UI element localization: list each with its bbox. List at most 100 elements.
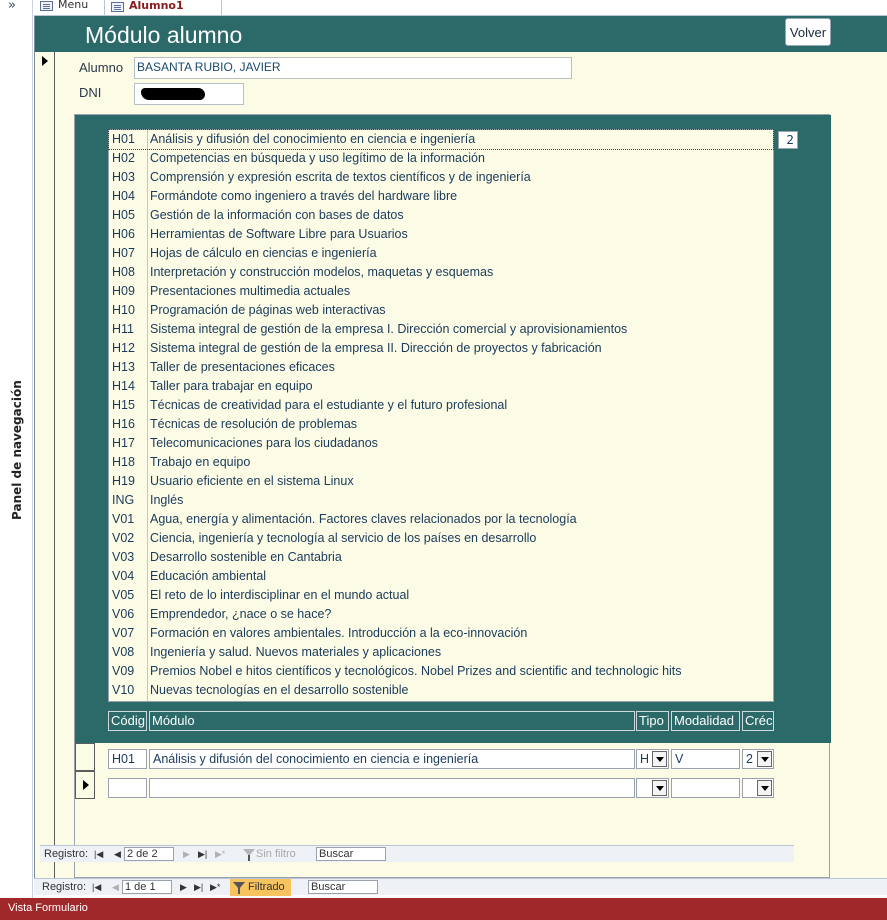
dni-field[interactable] [134,83,244,105]
previous-record-icon[interactable]: ◀ [114,846,121,862]
list-item[interactable]: H04 Formándote como ingeniero a través de… [109,187,773,206]
list-item-code: H04 [112,189,135,203]
list-item[interactable]: V08 Ingeniería y salud. Nuevos materiales… [109,643,773,662]
tab-alumno1[interactable]: Alumno1 [104,0,222,15]
tipo-combo[interactable]: H [636,749,669,769]
search-input[interactable]: Buscar [316,847,386,861]
list-item[interactable]: H07 Hojas de cálculo en ciencias e ingeni… [109,244,773,263]
list-item[interactable]: V06 Emprendedor, ¿nace o se hace? [109,605,773,624]
list-item-name: Formándote como ingeniero a través del h… [150,189,458,203]
filter-status[interactable]: Sin filtro [240,846,296,862]
previous-record-icon[interactable]: ◀ [112,879,119,895]
list-item-name: Formación en valores ambientales. Introd… [150,626,528,640]
list-item-name: Hojas de cálculo en ciencias e ingenierí… [150,246,377,260]
record-label: Registro: [42,881,87,893]
list-item[interactable]: V02 Ciencia, ingeniería y tecnología al s… [109,529,773,548]
list-item[interactable]: H17 Telecomunicaciones para los ciudadano… [109,434,773,453]
current-record-field[interactable]: 1 de 1 [122,880,172,894]
list-item-code: H11 [112,322,135,336]
list-item[interactable]: H02 Competencias en búsqueda y uso legíti… [109,149,773,168]
list-item[interactable]: V04 Educación ambiental [109,567,773,586]
record-selector-column[interactable] [35,16,55,878]
status-bar: Vista Formulario [0,898,887,920]
list-item[interactable]: H08 Interpretación y construcción modelos… [109,263,773,282]
expand-nav-pane-icon[interactable]: » [8,0,16,13]
list-item-code: H03 [112,170,135,184]
column-header-codigo[interactable]: Códig [108,711,147,731]
column-header-modulo[interactable]: Módulo [149,711,635,731]
list-item[interactable]: H14 Taller para trabajar en equipo [109,377,773,396]
next-record-icon[interactable]: ▶ [180,879,187,895]
dropdown-arrow-icon[interactable] [757,780,772,796]
tab-menu[interactable]: Menu [34,0,102,15]
list-item-code: H19 [112,474,135,488]
creditos-combo[interactable] [742,778,774,798]
dropdown-arrow-icon[interactable] [652,780,667,796]
navigation-pane-label[interactable]: Panel de navegación [10,380,24,520]
row-selector[interactable] [75,743,95,771]
dropdown-arrow-icon[interactable] [757,751,772,767]
alumno-field[interactable]: BASANTA RUBIO, JAVIER [134,57,572,79]
list-item[interactable]: H05 Gestión de la información con bases d… [109,206,773,225]
list-item-name: Educación ambiental [150,569,267,583]
list-item[interactable]: ING Inglés [109,491,773,510]
list-item[interactable]: H12 Sistema integral de gestión de la emp… [109,339,773,358]
column-header-tipo[interactable]: Tipo [636,711,669,731]
codigo-cell[interactable] [108,778,147,798]
current-record-field[interactable]: 2 de 2 [124,847,174,861]
modulo-cell[interactable] [149,778,635,798]
last-record-icon[interactable]: ▶| [198,846,207,862]
list-item-name: Premios Nobel e hitos científicos y tecn… [150,664,682,678]
list-item[interactable]: H09 Presentaciones multimedia actuales [109,282,773,301]
filter-toggle[interactable]: Filtrado [230,879,291,896]
next-record-icon[interactable]: ▶ [183,846,190,862]
list-item[interactable]: V05 El reto de lo interdisciplinar en el … [109,586,773,605]
new-record-icon[interactable]: ▶* [215,846,225,862]
tipo-combo[interactable] [636,778,669,798]
list-item-code: H06 [112,227,135,241]
list-item-name: Sistema integral de gestión de la empres… [150,341,602,355]
list-item[interactable]: H19 Usuario eficiente en el sistema Linux [109,472,773,491]
row-selector[interactable] [75,771,95,799]
tab-menu-label: Menu [58,0,89,11]
selected-count-field[interactable]: 2 [778,131,798,149]
list-item[interactable]: V03 Desarrollo sostenible en Cantabria [109,548,773,567]
list-item[interactable]: V07 Formación en valores ambientales. Int… [109,624,773,643]
list-item[interactable]: H18 Trabajo en equipo [109,453,773,472]
column-header-modalidad[interactable]: Modalidad [671,711,740,731]
creditos-combo[interactable]: 2 [742,749,774,769]
redacted-dni [141,88,205,100]
last-record-icon[interactable]: ▶| [194,879,203,895]
modalidad-cell[interactable]: V [671,749,740,769]
list-item[interactable]: H15 Técnicas de creatividad para el estud… [109,396,773,415]
list-item[interactable]: H16 Técnicas de resolución de problemas [109,415,773,434]
column-header-creditos[interactable]: Créc [742,711,774,731]
modulos-subform: H01 Análisis y difusión del conocimiento … [74,114,831,878]
dropdown-arrow-icon[interactable] [652,751,667,767]
list-item[interactable]: H10 Programación de páginas web interacti… [109,301,773,320]
list-item[interactable]: V09 Premios Nobel e hitos científicos y t… [109,662,773,681]
list-item-code: H15 [112,398,135,412]
list-item[interactable]: H06 Herramientas de Software Libre para U… [109,225,773,244]
list-item-code: H01 [112,132,135,146]
list-item-name: Telecomunicaciones para los ciudadanos [150,436,378,450]
back-button[interactable]: Volver [785,18,831,46]
list-item[interactable]: H11 Sistema integral de gestión de la emp… [109,320,773,339]
search-input[interactable]: Buscar [308,880,378,894]
list-item[interactable]: V01 Agua, energía y alimentación. Factore… [109,510,773,529]
codigo-cell[interactable]: H01 [108,749,147,769]
modulo-cell[interactable]: Análisis y difusión del conocimiento en … [149,749,635,769]
list-item-name: Sistema integral de gestión de la empres… [150,322,628,336]
list-item-code: V01 [112,512,135,526]
list-item[interactable]: H01 Análisis y difusión del conocimiento … [108,129,774,150]
list-item[interactable]: H03 Comprensión y expresión escrita de te… [109,168,773,187]
new-record-icon[interactable]: ▶* [210,879,220,895]
modules-listbox[interactable]: H01 Análisis y difusión del conocimiento … [108,129,774,702]
modalidad-cell[interactable] [671,778,740,798]
first-record-icon[interactable]: |◀ [94,846,103,862]
list-item[interactable]: V10 Nuevas tecnologías en el desarrollo s… [109,681,773,700]
form-record-navigation: Registro: |◀ ◀ 1 de 1 ▶ ▶| ▶* Filtrado B… [34,878,887,896]
list-item[interactable]: H13 Taller de presentaciones eficaces [109,358,773,377]
first-record-icon[interactable]: |◀ [92,879,101,895]
list-item-name: Ingeniería y salud. Nuevos materiales y … [150,645,442,659]
